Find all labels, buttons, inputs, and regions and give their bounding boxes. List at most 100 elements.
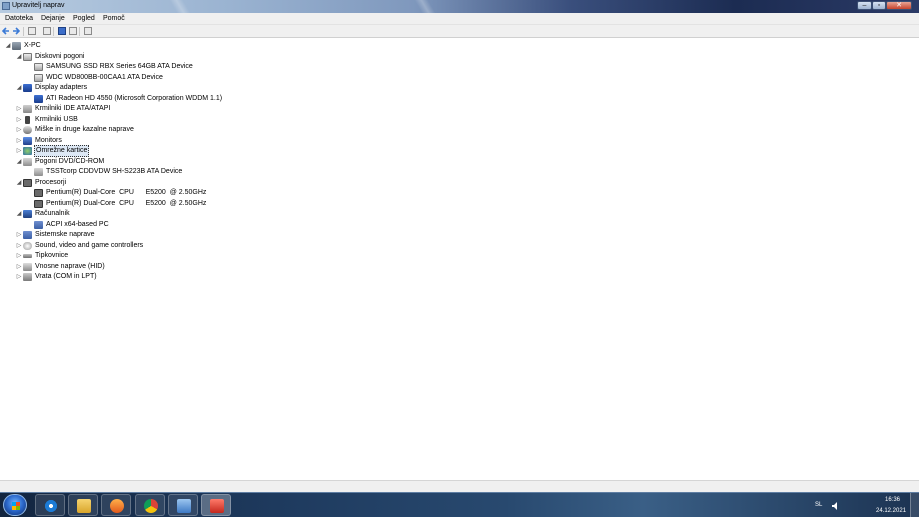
taskbar: SL 16:36 24.12.2021 <box>0 492 919 518</box>
tree-category[interactable]: ▷ Vrata (COM in LPT) <box>15 272 98 282</box>
taskbar-internet-explorer[interactable] <box>35 494 65 516</box>
expand-arrow-icon[interactable]: ▷ <box>15 262 23 272</box>
collapse-arrow-icon[interactable]: ◢ <box>15 83 23 93</box>
tree-device[interactable]: Pentium(R) Dual-Core CPU E5200 @ 2.50GHz <box>34 188 207 198</box>
collapse-arrow-icon[interactable]: ◢ <box>15 52 23 62</box>
usb-icon <box>25 115 30 124</box>
collapse-arrow-icon[interactable]: ◢ <box>15 209 23 219</box>
computer-icon <box>12 42 21 50</box>
tree-category[interactable]: ▷ Sistemske naprave <box>15 230 96 240</box>
start-button[interactable] <box>3 494 27 516</box>
expand-arrow-icon[interactable]: ▷ <box>15 115 23 125</box>
expand-arrow-icon[interactable]: ▷ <box>15 272 23 282</box>
media-player-icon <box>110 499 124 513</box>
collapse-arrow-icon[interactable]: ◢ <box>4 41 12 51</box>
expand-arrow-icon[interactable]: ▷ <box>15 125 23 135</box>
volume-icon[interactable] <box>832 502 839 510</box>
menu-file[interactable]: Datoteka <box>5 15 33 22</box>
help-icon[interactable] <box>58 27 66 35</box>
tree-device[interactable]: ATI Radeon HD 4550 (Microsoft Corporatio… <box>34 94 223 104</box>
disk-icon <box>23 52 32 61</box>
dvd-drive-icon <box>34 168 43 176</box>
taskbar-media-player[interactable] <box>101 494 131 516</box>
view-icon[interactable] <box>69 27 77 35</box>
scan-hardware-icon[interactable] <box>84 27 92 35</box>
toolbar-separator <box>79 27 80 36</box>
system-devices-icon <box>23 231 32 239</box>
collapse-arrow-icon[interactable]: ◢ <box>15 178 23 188</box>
tree-category-label: Procesorji <box>35 178 67 186</box>
taskbar-device-manager[interactable] <box>201 494 231 516</box>
tree-device-label: WDC WD800BB-00CAA1 ATA Device <box>46 73 163 81</box>
tree-device[interactable]: Pentium(R) Dual-Core CPU E5200 @ 2.50GHz <box>34 199 207 209</box>
computer-icon <box>23 210 32 218</box>
tree-category-label: Pogoni DVD/CD-ROM <box>35 157 105 165</box>
minimize-button[interactable]: – <box>857 1 872 10</box>
tree-category-label: Sistemske naprave <box>35 231 95 238</box>
properties-icon[interactable] <box>43 27 51 35</box>
language-indicator[interactable]: SL <box>815 502 822 508</box>
maximize-button[interactable]: ▫ <box>872 1 886 10</box>
title-bar: Upravitelj naprav – ▫ ✕ <box>0 0 919 13</box>
chrome-icon <box>144 499 158 513</box>
expand-arrow-icon[interactable]: ▷ <box>15 136 23 146</box>
show-hide-tree-icon[interactable] <box>28 27 36 35</box>
tree-category[interactable]: ▷ Miške in druge kazalne naprave <box>15 125 135 135</box>
tree-category[interactable]: ◢ Display adapters <box>15 83 88 93</box>
processor-icon <box>23 178 32 187</box>
device-tree: ◢ X-PC ◢ Diskovni pogoni SAMSUNG SSD RBX S… <box>0 38 919 480</box>
tree-category-label: Diskovni pogoni <box>35 52 85 60</box>
port-icon <box>23 273 32 281</box>
taskbar-chrome[interactable] <box>135 494 165 516</box>
expand-arrow-icon[interactable]: ▷ <box>15 251 23 261</box>
tree-category[interactable]: ◢ Procesorji <box>15 178 67 188</box>
keyboard-icon <box>23 254 32 258</box>
tree-category[interactable]: ▷ Sound, video and game controllers <box>15 241 144 251</box>
tree-device[interactable]: WDC WD800BB-00CAA1 ATA Device <box>34 73 164 83</box>
back-arrow-icon[interactable] <box>2 27 10 35</box>
tree-category-label: Tipkovnice <box>35 252 69 259</box>
taskbar-control-panel[interactable] <box>168 494 198 516</box>
expand-arrow-icon[interactable]: ▷ <box>15 241 23 251</box>
tree-category[interactable]: ▷ Krmilniki IDE ATA/ATAPI <box>15 104 111 114</box>
tree-device[interactable]: ACPI x64-based PC <box>34 220 110 230</box>
taskbar-explorer[interactable] <box>68 494 98 516</box>
tree-device-label: ATI Radeon HD 4550 (Microsoft Corporatio… <box>46 94 223 102</box>
clock-date[interactable]: 24.12.2021 <box>876 508 906 514</box>
tree-root[interactable]: ◢ X-PC <box>4 41 42 51</box>
aero-streak <box>150 0 210 13</box>
tree-category-label: Računalnik <box>35 210 70 217</box>
tree-category[interactable]: ▷ Tipkovnice <box>15 251 69 261</box>
menu-view[interactable]: Pogled <box>73 15 95 22</box>
toolbar-separator <box>53 27 54 36</box>
tree-category[interactable]: ▷ Vnosne naprave (HID) <box>15 262 106 272</box>
expand-arrow-icon[interactable]: ▷ <box>15 230 23 240</box>
menu-help[interactable]: Pomoč <box>103 15 125 22</box>
tree-category[interactable]: ◢ Pogoni DVD/CD-ROM <box>15 157 105 167</box>
processor-icon <box>34 199 43 208</box>
tree-category-label: Miške in druge kazalne naprave <box>35 126 134 133</box>
forward-arrow-icon[interactable] <box>12 27 20 35</box>
tree-category[interactable]: ▷ Monitors <box>15 136 63 146</box>
toolbar-separator <box>23 27 24 36</box>
tree-device[interactable]: SAMSUNG SSD RBX Series 64GB ATA Device <box>34 62 194 72</box>
menu-action[interactable]: Dejanje <box>41 15 65 22</box>
tree-category[interactable]: ◢ Diskovni pogoni <box>15 52 85 62</box>
display-adapter-icon <box>23 84 32 92</box>
tree-category[interactable]: ◢ Računalnik <box>15 209 71 219</box>
tree-category[interactable]: ▷ Omrežne kartice <box>15 145 90 157</box>
close-button[interactable]: ✕ <box>886 1 912 10</box>
collapse-arrow-icon[interactable]: ◢ <box>15 157 23 167</box>
expand-arrow-icon[interactable]: ▷ <box>15 146 23 156</box>
internet-explorer-icon <box>44 499 58 513</box>
disk-drive-icon <box>34 63 43 71</box>
clock-time[interactable]: 16:36 <box>885 497 900 503</box>
expand-arrow-icon[interactable]: ▷ <box>15 104 23 114</box>
show-desktop-button[interactable] <box>910 493 919 518</box>
control-panel-icon <box>177 499 191 513</box>
tree-category[interactable]: ▷ Krmilniki USB <box>15 115 79 125</box>
tree-device[interactable]: TSSTcorp CDDVDW SH-S223B ATA Device <box>34 167 183 177</box>
explorer-folder-icon <box>77 499 91 513</box>
tree-device-label: Pentium(R) Dual-Core CPU E5200 @ 2.50GHz <box>46 189 207 196</box>
network-adapter-icon <box>23 147 32 155</box>
